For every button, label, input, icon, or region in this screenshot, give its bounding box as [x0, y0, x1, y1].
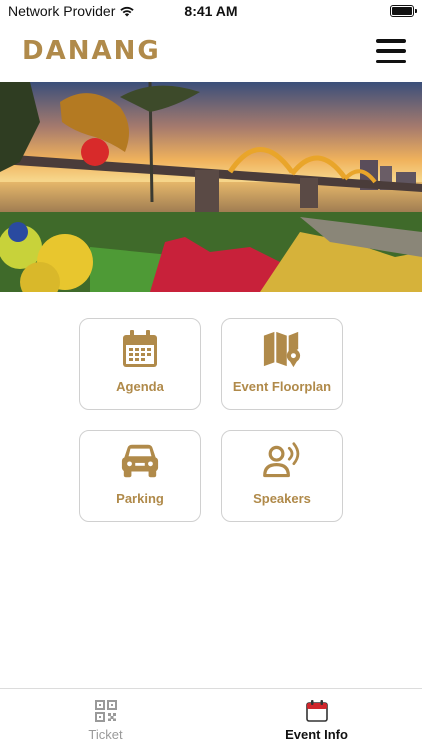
menu-bar-top [376, 39, 406, 43]
tab-event-info-label: Event Info [285, 727, 348, 742]
feature-grid: Agenda Event Floorplan Parking Speakers [79, 318, 343, 522]
tab-bar: Ticket Event Info [0, 688, 422, 750]
brand-title: DANANG [22, 36, 161, 66]
parking-tile[interactable]: Parking [79, 430, 201, 522]
status-bar: Network Provider 8:41 AM [0, 0, 422, 22]
speakers-label: Speakers [253, 491, 311, 506]
hero-image [0, 82, 422, 292]
calendar-icon [305, 699, 329, 723]
parking-label: Parking [116, 491, 164, 506]
car-icon [120, 441, 160, 481]
event-floorplan-tile[interactable]: Event Floorplan [221, 318, 343, 410]
speakers-tile[interactable]: Speakers [221, 430, 343, 522]
tab-ticket-label: Ticket [88, 727, 123, 742]
speaker-icon [262, 441, 302, 481]
app-header: DANANG [0, 22, 422, 82]
tab-event-info[interactable]: Event Info [211, 689, 422, 750]
tab-ticket[interactable]: Ticket [0, 689, 211, 750]
battery-icon [390, 5, 417, 17]
menu-button[interactable] [376, 39, 406, 63]
map-pin-icon [262, 329, 302, 369]
agenda-tile[interactable]: Agenda [79, 318, 201, 410]
menu-bar-bottom [376, 59, 406, 63]
clock: 8:41 AM [184, 3, 238, 19]
menu-bar-middle [376, 49, 406, 53]
calendar-icon [120, 329, 160, 369]
qr-code-icon [94, 699, 118, 723]
agenda-label: Agenda [116, 379, 164, 394]
event-floorplan-label: Event Floorplan [232, 379, 332, 394]
dragon-bridge-photo [0, 82, 422, 292]
